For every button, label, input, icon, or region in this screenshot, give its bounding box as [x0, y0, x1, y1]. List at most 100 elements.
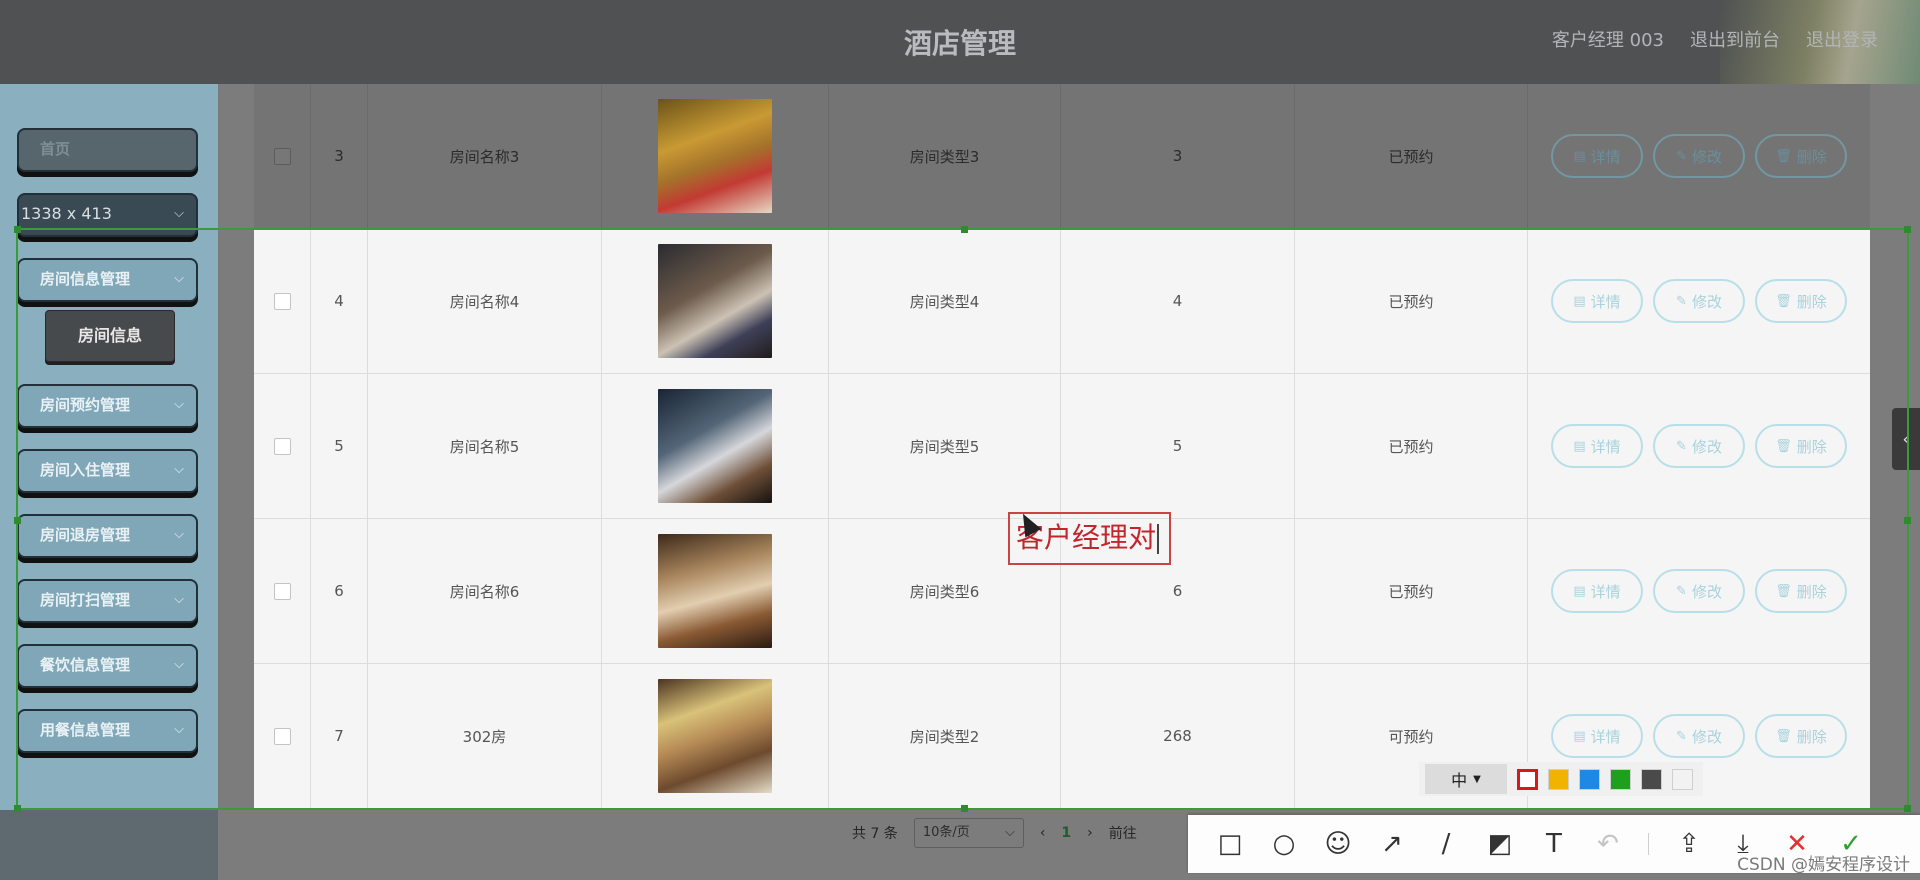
delete-button[interactable]: 🗑 删除 — [1755, 714, 1847, 758]
pen-icon[interactable]: ∕ — [1432, 830, 1460, 858]
delete-button[interactable]: 🗑 删除 — [1755, 134, 1847, 178]
sidebar-group-room-info[interactable]: 房间信息管理 ⌵ — [17, 258, 198, 302]
current-user-link[interactable]: 客户经理 003 — [1552, 26, 1664, 52]
sidebar-group-room-checkin[interactable]: 房间入住管理 ⌵ — [17, 449, 198, 493]
detail-button[interactable]: ▤ 详情 — [1551, 424, 1643, 468]
ellipse-icon[interactable]: ○ — [1270, 830, 1298, 858]
sidebar-group-dining-info[interactable]: 用餐信息管理 ⌵ — [17, 709, 198, 753]
undo-icon[interactable]: ↶ — [1594, 830, 1622, 858]
status-cell: 已预约 — [1295, 84, 1528, 228]
table-row: 3 房间名称3 房间类型3 3 已预约 ▤ 详情 ✎ 修改 🗑 删除 — [254, 84, 1870, 229]
pencil-icon: ✎ — [1676, 728, 1687, 744]
goto-label: 前往 — [1108, 826, 1137, 842]
side-panel-toggle[interactable]: ‹ — [1892, 408, 1920, 470]
sidebar-item-home[interactable]: 首页 — [17, 128, 198, 172]
emoji-icon[interactable]: ☺ — [1324, 830, 1352, 858]
trash-icon: 🗑 — [1775, 438, 1792, 454]
chevron-down-icon: ⌵ — [1004, 825, 1015, 840]
detail-button[interactable]: ▤ 详情 — [1551, 134, 1643, 178]
color-swatch-green[interactable] — [1610, 768, 1631, 790]
delete-button[interactable]: 🗑 删除 — [1755, 424, 1847, 468]
pencil-icon: ✎ — [1676, 583, 1687, 599]
detail-button[interactable]: ▤ 详情 — [1551, 279, 1643, 323]
edit-button[interactable]: ✎ 修改 — [1653, 714, 1745, 758]
mosaic-icon[interactable]: ◩ — [1486, 830, 1514, 858]
count-cell: 268 — [1061, 664, 1295, 808]
watermark: CSDN @嫣安程序设计 — [1737, 855, 1910, 875]
table-row: 5 房间名称5 房间类型5 5 已预约 ▤ 详情 ✎ 修改 🗑 删除 — [254, 374, 1870, 519]
row-checkbox[interactable] — [273, 292, 291, 310]
table-row: 4 房间名称4 房间类型4 4 已预约 ▤ 详情 ✎ 修改 🗑 删除 — [254, 229, 1870, 374]
delete-button[interactable]: 🗑 删除 — [1755, 569, 1847, 613]
color-swatch-blue[interactable] — [1579, 768, 1600, 790]
row-checkbox[interactable] — [273, 582, 291, 600]
edit-button[interactable]: ✎ 修改 — [1653, 279, 1745, 323]
logout-link[interactable]: 退出登录 — [1806, 26, 1878, 52]
next-page-icon[interactable]: › — [1087, 825, 1093, 841]
font-size-select[interactable]: 中 ▼ — [1425, 764, 1507, 794]
prev-page-icon[interactable]: ‹ — [1040, 825, 1046, 841]
actions-cell: ▤ 详情 ✎ 修改 🗑 删除 — [1528, 229, 1870, 373]
edit-button[interactable]: ✎ 修改 — [1653, 134, 1745, 178]
room-photo — [658, 389, 772, 503]
top-header: 酒店管理 客户经理 003 退出到前台 退出登录 — [0, 0, 1920, 84]
sidebar-group-label: 房间入住管理 — [40, 461, 131, 479]
row-checkbox[interactable] — [273, 147, 291, 165]
text-caret — [1157, 524, 1160, 554]
color-swatch-red[interactable] — [1517, 768, 1538, 790]
arrow-icon[interactable]: ↗ — [1378, 830, 1406, 858]
page-number[interactable]: 1 — [1061, 825, 1071, 841]
actions-cell: ▤ 详情 ✎ 修改 🗑 删除 — [1528, 374, 1870, 518]
pencil-icon: ✎ — [1676, 293, 1687, 309]
room-image-cell — [602, 664, 829, 808]
color-swatch-light-gray[interactable] — [1672, 768, 1693, 790]
index-cell: 6 — [311, 519, 368, 663]
detail-button[interactable]: ▤ 详情 — [1551, 714, 1643, 758]
row-checkbox[interactable] — [273, 437, 291, 455]
sidebar-subitem-room-info[interactable]: 房间信息 — [45, 310, 175, 362]
chevron-down-icon: ⌵ — [174, 527, 184, 542]
rectangle-icon[interactable]: □ — [1216, 830, 1244, 858]
room-name-cell: 房间名称3 — [368, 84, 602, 228]
color-swatch-dark-gray[interactable] — [1641, 768, 1662, 790]
chevron-down-icon: ⌵ — [174, 462, 184, 477]
edit-button[interactable]: ✎ 修改 — [1653, 569, 1745, 613]
room-image-cell — [602, 519, 829, 663]
text-icon[interactable]: T — [1540, 830, 1568, 858]
index-cell: 7 — [311, 664, 368, 808]
room-type-cell: 房间类型2 — [829, 664, 1061, 808]
room-name-cell: 房间名称6 — [368, 519, 602, 663]
share-icon[interactable]: ⇪ — [1675, 830, 1703, 858]
checkbox-cell — [254, 374, 311, 518]
row-checkbox[interactable] — [273, 727, 291, 745]
document-icon: ▤ — [1573, 148, 1586, 164]
caret-down-icon: ▼ — [1473, 773, 1481, 785]
chevron-down-icon: ⌵ — [174, 592, 184, 607]
sidebar-group-room-booking[interactable]: 房间预约管理 ⌵ — [17, 384, 198, 428]
sidebar-group-catering-info[interactable]: 餐饮信息管理 ⌵ — [17, 644, 198, 688]
document-icon: ▤ — [1573, 293, 1586, 309]
checkbox-cell — [254, 84, 311, 228]
annotation-palette: 中 ▼ — [1419, 762, 1703, 796]
trash-icon: 🗑 — [1775, 583, 1792, 599]
room-photo — [658, 99, 772, 213]
room-image-cell — [602, 229, 829, 373]
status-cell: 已预约 — [1295, 229, 1528, 373]
checkbox-cell — [254, 519, 311, 663]
actions-cell: ▤ 详情 ✎ 修改 🗑 删除 — [1528, 519, 1870, 663]
room-name-cell: 房间名称5 — [368, 374, 602, 518]
page-size-select[interactable]: 10条/页 ⌵ — [913, 818, 1024, 848]
chevron-down-icon: ⌵ — [174, 657, 184, 672]
chevron-down-icon: ⌵ — [174, 397, 184, 412]
edit-button[interactable]: ✎ 修改 — [1653, 424, 1745, 468]
detail-button[interactable]: ▤ 详情 — [1551, 569, 1643, 613]
color-swatch-yellow[interactable] — [1548, 768, 1569, 790]
sidebar-group-room-cleaning[interactable]: 房间打扫管理 ⌵ — [17, 579, 198, 623]
sidebar-group-label: 房间打扫管理 — [40, 591, 131, 609]
delete-button[interactable]: 🗑 删除 — [1755, 279, 1847, 323]
room-type-cell: 房间类型3 — [829, 84, 1061, 228]
back-to-frontend-link[interactable]: 退出到前台 — [1690, 26, 1780, 52]
index-cell: 3 — [311, 84, 368, 228]
sidebar-group-room-checkout[interactable]: 房间退房管理 ⌵ — [17, 514, 198, 558]
chevron-down-icon: ⌵ — [174, 722, 184, 737]
